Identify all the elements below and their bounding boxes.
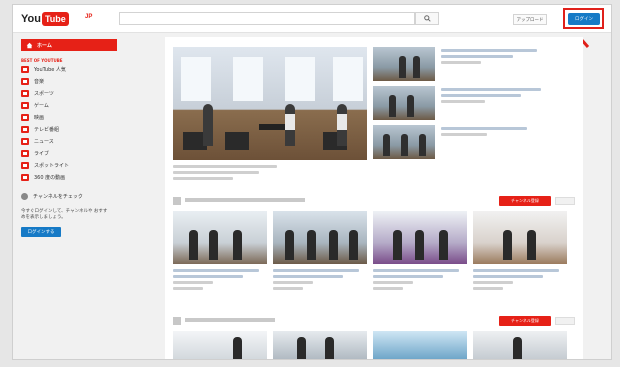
guide-sidebar: ホーム BEST OF YOUTUBE YouTube 人気 音楽 スポーツ ゲ… xyxy=(21,39,117,237)
sidebar-item-popular[interactable]: YouTube 人気 xyxy=(21,64,117,75)
subscribe-button[interactable]: チャンネル登録 xyxy=(499,196,551,206)
login-highlight-box xyxy=(563,8,604,29)
sidebar-item-gaming[interactable]: ゲーム xyxy=(21,100,117,111)
sidebar-item-label: 映画 xyxy=(34,115,45,121)
sidebar-item-label: ライブ xyxy=(34,151,50,157)
video-thumbnail[interactable] xyxy=(273,211,367,264)
video-thumbnail[interactable] xyxy=(473,211,567,264)
sidebar-item-live[interactable]: ライブ xyxy=(21,148,117,159)
subscriber-count xyxy=(555,317,575,325)
popular-icon xyxy=(21,66,29,73)
sidebar-item-label: ニュース xyxy=(34,139,54,145)
logo-tube-text: Tube xyxy=(41,11,69,26)
sidebar-item-sports[interactable]: スポーツ xyxy=(21,88,117,99)
sidebar-item-browse-channels[interactable]: チャンネルをチェック xyxy=(21,191,117,201)
video-thumbnail[interactable] xyxy=(173,211,267,264)
sidebar-login-button[interactable]: ログインする xyxy=(21,227,61,237)
sidebar-item-label: 音楽 xyxy=(34,79,45,85)
video-meta[interactable] xyxy=(273,269,365,293)
sidebar-item-label: ホーム xyxy=(37,42,52,49)
home-icon xyxy=(26,42,33,48)
featured-video-thumbnail[interactable] xyxy=(173,47,367,160)
sidebar-item-label: スポットライト xyxy=(34,163,70,169)
youtube-logo[interactable]: You Tube xyxy=(21,11,69,26)
search-input[interactable] xyxy=(119,12,415,25)
channel-avatar[interactable] xyxy=(173,197,181,205)
channel-avatar[interactable] xyxy=(173,317,181,325)
plus-circle-icon xyxy=(21,192,28,200)
featured-video-meta[interactable] xyxy=(173,165,283,183)
sidebar-item-label: YouTube 人気 xyxy=(34,67,66,73)
360-icon xyxy=(21,174,29,181)
video-thumbnail[interactable] xyxy=(273,331,367,359)
video-meta[interactable] xyxy=(473,269,565,293)
sidebar-item-home[interactable]: ホーム xyxy=(21,39,117,51)
shelf-title[interactable] xyxy=(185,198,305,202)
sidebar-item-label: ゲーム xyxy=(34,103,49,109)
sidebar-item-music[interactable]: 音楽 xyxy=(21,76,117,87)
sports-icon xyxy=(21,90,29,97)
shelf-header: チャンネル登録 xyxy=(173,315,575,327)
shelf-title[interactable] xyxy=(185,318,275,322)
movies-icon xyxy=(21,114,29,121)
signin-promo-text: 今すぐログインして、チャンネルや おすすめを表示しましょう。 xyxy=(21,209,108,220)
video-thumbnail[interactable] xyxy=(473,331,567,359)
sidebar-section-heading: BEST OF YOUTUBE xyxy=(21,58,63,63)
related-video-thumbnail[interactable] xyxy=(373,47,435,81)
video-meta[interactable] xyxy=(373,269,465,293)
live-icon xyxy=(21,150,29,157)
music-icon xyxy=(21,78,29,85)
region-label: JP xyxy=(85,14,93,20)
related-video-meta[interactable] xyxy=(441,88,551,106)
video-thumbnail[interactable] xyxy=(373,331,467,359)
gaming-icon xyxy=(21,102,29,109)
video-thumbnail[interactable] xyxy=(373,211,467,264)
subscriber-count xyxy=(555,197,575,205)
sidebar-item-label: チャンネルをチェック xyxy=(33,193,83,200)
related-video-thumbnail[interactable] xyxy=(373,125,435,159)
browser-screenshot: You Tube JP アップロード ログイン ホーム BEST OF YOUT… xyxy=(12,4,612,360)
sidebar-item-news[interactable]: ニュース xyxy=(21,136,117,147)
video-meta[interactable] xyxy=(173,269,265,293)
sidebar-item-label: スポーツ xyxy=(34,91,54,97)
subscribe-button[interactable]: チャンネル登録 xyxy=(499,316,551,326)
news-icon xyxy=(21,138,29,145)
sidebar-item-360[interactable]: 360 度の動画 xyxy=(21,172,117,183)
sidebar-item-tv[interactable]: テレビ番組 xyxy=(21,124,117,135)
masthead: You Tube JP アップロード ログイン xyxy=(13,5,611,33)
sidebar-item-spotlight[interactable]: スポットライト xyxy=(21,160,117,171)
search-button[interactable] xyxy=(415,12,439,25)
spotlight-icon xyxy=(21,162,29,169)
tv-icon xyxy=(21,126,29,133)
video-thumbnail[interactable] xyxy=(173,331,267,359)
related-video-meta[interactable] xyxy=(441,49,551,67)
related-video-thumbnail[interactable] xyxy=(373,86,435,120)
shelf-header: チャンネル登録 xyxy=(173,195,575,207)
sidebar-item-label: 360 度の動画 xyxy=(34,175,66,181)
sidebar-item-label: テレビ番組 xyxy=(34,127,60,133)
upload-button[interactable]: アップロード xyxy=(513,14,547,25)
related-video-meta[interactable] xyxy=(441,127,551,139)
sidebar-item-movies[interactable]: 映画 xyxy=(21,112,117,123)
home-feed: チャンネル登録 チャンネル登録 xyxy=(165,37,583,359)
search-icon xyxy=(423,15,431,22)
logo-you-text: You xyxy=(21,12,41,25)
